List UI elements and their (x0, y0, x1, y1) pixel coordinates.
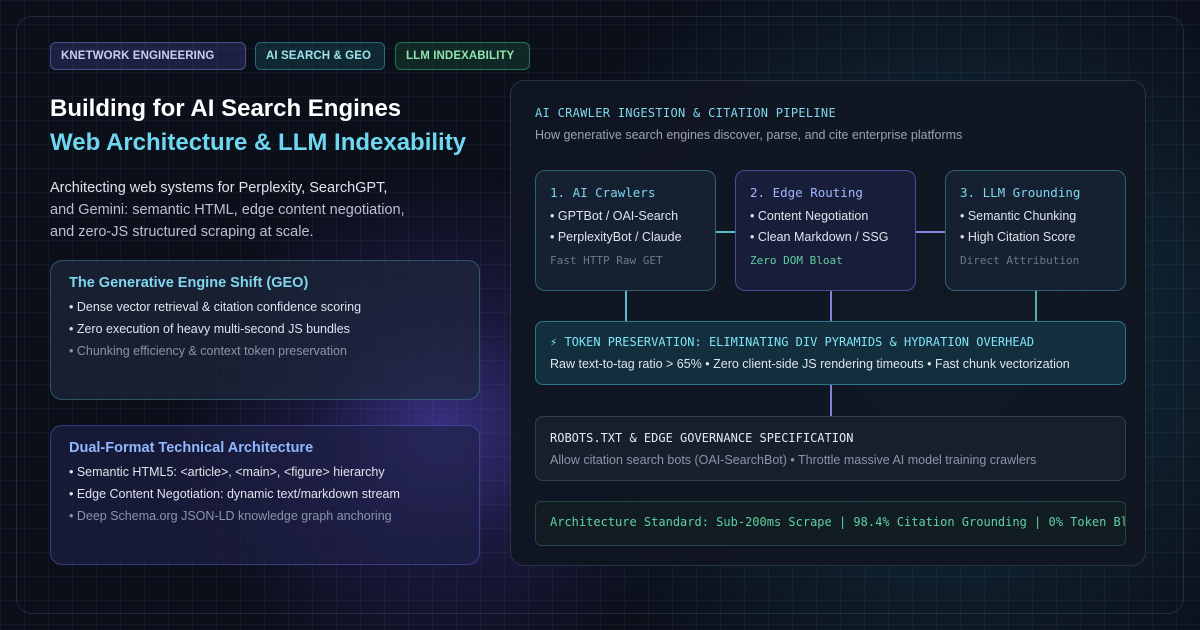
architecture-standard-bar: Architecture Standard: Sub-200ms Scrape … (535, 501, 1126, 546)
card-item: • Zero execution of heavy multi-second J… (69, 322, 350, 336)
card-title: The Generative Engine Shift (GEO) (69, 275, 309, 291)
tag-ai-search-geo: AI SEARCH & GEO (255, 42, 385, 70)
tag-knetwork-engineering: KNETWORK ENGINEERING (50, 42, 246, 70)
card-item: • Semantic HTML5: <article>, <main>, <fi… (69, 465, 385, 479)
card-item: • Chunking efficiency & context token pr… (69, 344, 347, 358)
stage-title: 2. Edge Routing (750, 185, 863, 200)
stage-item: • PerplexityBot / Claude (550, 230, 682, 244)
token-preservation-box: ⚡ TOKEN PRESERVATION: ELIMINATING DIV PY… (535, 321, 1126, 385)
token-description: Raw text-to-tag ratio > 65% • Zero clien… (550, 357, 1070, 371)
stage-item: • Clean Markdown / SSG (750, 230, 889, 244)
card-item: • Edge Content Negotiation: dynamic text… (69, 487, 400, 501)
stage-title: 1. AI Crawlers (550, 185, 656, 200)
connector-grounding-token (1035, 291, 1037, 321)
token-title: ⚡ TOKEN PRESERVATION: ELIMINATING DIV PY… (550, 335, 1035, 349)
robots-title: ROBOTS.TXT & EDGE GOVERNANCE SPECIFICATI… (550, 431, 854, 445)
stage-llm-grounding: 3. LLM Grounding • Semantic Chunking • H… (945, 170, 1126, 291)
stage-footer: Fast HTTP Raw GET (550, 254, 663, 267)
stage-edge-routing: 2. Edge Routing • Content Negotiation • … (735, 170, 916, 291)
connector-routing-token (830, 291, 832, 321)
intro-line: Architecting web systems for Perplexity,… (50, 180, 388, 196)
stage-item: • Content Negotiation (750, 209, 869, 223)
intro-line: and zero-JS structured scraping at scale… (50, 224, 314, 240)
robots-governance-box: ROBOTS.TXT & EDGE GOVERNANCE SPECIFICATI… (535, 416, 1126, 481)
stage-ai-crawlers: 1. AI Crawlers • GPTBot / OAI-Search • P… (535, 170, 716, 291)
connector-token-robots (830, 385, 832, 416)
connector-crawlers-token (625, 291, 627, 321)
card-title: Dual-Format Technical Architecture (69, 440, 314, 456)
stage-title: 3. LLM Grounding (960, 185, 1081, 200)
architecture-standard-text: Architecture Standard: Sub-200ms Scrape … (550, 515, 1126, 529)
tag-llm-indexability: LLM INDEXABILITY (395, 42, 530, 70)
connector-crawlers-routing (716, 231, 735, 233)
dual-format-card: Dual-Format Technical Architecture • Sem… (50, 425, 480, 565)
stage-footer: Zero DOM Bloat (750, 254, 843, 267)
stage-footer: Direct Attribution (960, 254, 1080, 267)
pipeline-subtitle: How generative search engines discover, … (535, 128, 963, 142)
stage-item: • High Citation Score (960, 230, 1076, 244)
page-subtitle: Web Architecture & LLM Indexability (50, 129, 467, 156)
pipeline-title: AI CRAWLER INGESTION & CITATION PIPELINE (535, 106, 836, 120)
robots-description: Allow citation search bots (OAI-SearchBo… (550, 453, 1037, 467)
connector-routing-grounding (916, 231, 945, 233)
stage-item: • Semantic Chunking (960, 209, 1077, 223)
pipeline-panel: AI CRAWLER INGESTION & CITATION PIPELINE… (510, 80, 1146, 566)
stage-item: • GPTBot / OAI-Search (550, 209, 679, 223)
card-item: • Dense vector retrieval & citation conf… (69, 300, 362, 314)
page-title: Building for AI Search Engines (50, 95, 402, 122)
intro-line: and Gemini: semantic HTML, edge content … (50, 202, 405, 218)
intro-paragraph: Architecting web systems for Perplexity,… (50, 177, 420, 243)
geo-shift-card: The Generative Engine Shift (GEO) • Dens… (50, 260, 480, 400)
card-item: • Deep Schema.org JSON-LD knowledge grap… (69, 509, 392, 523)
